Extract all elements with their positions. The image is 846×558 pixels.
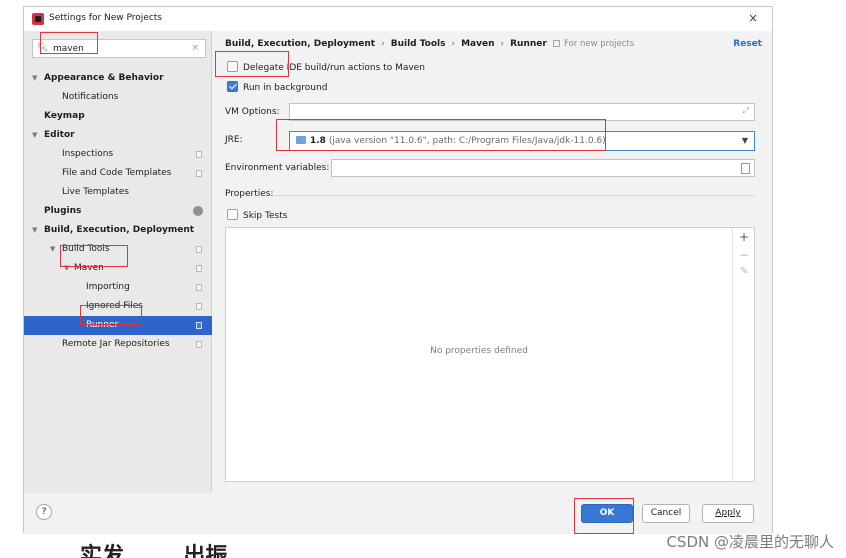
jre-label: JRE: [225,135,243,145]
cropped-heading-text: 实发 …… 出振 [80,544,228,558]
tree-item-plugins[interactable]: Plugins [24,202,212,221]
project-scope-icon [196,341,202,348]
properties-divider [275,195,755,196]
breadcrumb-part: Build, Execution, Deployment [225,39,376,49]
tree-item-label: Notifications [62,92,119,102]
highlight-delegate [215,51,289,77]
run-in-background-row[interactable]: Run in background [227,81,327,95]
title-bar: Settings for New Projects × [24,7,772,31]
tree-item-live-templates[interactable]: Live Templates [24,183,212,202]
tree-item-editor[interactable]: ▼ Editor [24,126,212,145]
tree-item-keymap[interactable]: Keymap [24,107,212,126]
expand-arrow-icon[interactable]: ▼ [50,240,55,259]
close-icon[interactable]: × [748,11,758,25]
expand-arrow-icon[interactable]: ▼ [32,69,37,88]
skip-tests-checkbox[interactable] [227,209,238,220]
chevron-down-icon[interactable]: ▼ [742,132,748,150]
csdn-watermark: CSDN @凌晨里的无聊人 [666,533,834,551]
plugins-update-badge-icon [193,206,203,216]
tree-item-label: Keymap [44,111,85,121]
cancel-button[interactable]: Cancel [642,504,690,523]
tree-item-label: Plugins [44,206,82,216]
skip-tests-label: Skip Tests [243,211,288,221]
project-scope-icon [196,303,202,310]
tree-item-importing[interactable]: Importing [24,278,212,297]
breadcrumb-separator: › [500,39,505,49]
project-scope-icon [196,151,202,158]
tree-item-notifications[interactable]: Notifications [24,88,212,107]
tree-item-label: Remote Jar Repositories [62,339,170,349]
tree-item-label: Editor [44,130,75,140]
breadcrumb-part: Runner [510,39,547,49]
tree-item-label: Live Templates [62,187,129,197]
no-properties-text: No properties defined [430,346,528,356]
browse-document-icon[interactable] [741,163,750,174]
breadcrumb-part: Maven [461,39,495,49]
tree-item-inspections[interactable]: Inspections [24,145,212,164]
project-scope-icon [196,170,202,177]
project-icon [553,40,560,47]
highlight-maven [60,245,128,267]
properties-table[interactable]: No properties defined + − ✎ [225,227,755,482]
edit-property-icon[interactable]: ✎ [733,266,755,277]
tree-item-build-execution-deployment[interactable]: ▼ Build, Execution, Deployment [24,221,212,240]
add-property-icon[interactable]: + [733,230,755,244]
tree-item-label: Importing [86,282,130,292]
highlight-search [40,32,98,54]
for-new-projects-hint: For new projects [553,39,634,49]
breadcrumb: Build, Execution, Deployment › Build Tools… [225,39,547,49]
tree-item-remote-jar-repositories[interactable]: Remote Jar Repositories [24,335,212,354]
project-scope-icon [196,284,202,291]
tree-item-label: File and Code Templates [62,168,172,178]
project-scope-icon [196,265,202,272]
apply-button[interactable]: Apply [702,504,754,523]
expand-icon[interactable]: ⤢ [743,106,749,116]
properties-toolbar: + − ✎ [732,228,754,481]
help-button[interactable]: ? [36,504,52,520]
tree-item-label: Appearance & Behavior [44,73,164,83]
vm-options-label: VM Options: [225,107,280,117]
tree-item-label: Inspections [62,149,114,159]
highlight-runner [80,305,142,325]
window-title: Settings for New Projects [49,13,162,23]
dialog-button-bar: ? OK Cancel Apply [24,494,772,534]
tree-item-appearance-behavior[interactable]: ▼ Appearance & Behavior [24,69,212,88]
breadcrumb-separator: › [451,39,456,49]
highlight-ok [574,498,634,534]
intellij-logo-icon [32,13,44,25]
environment-variables-field[interactable] [331,159,755,177]
run-in-background-checkbox[interactable] [227,81,238,92]
expand-arrow-icon[interactable]: ▼ [32,126,37,145]
breadcrumb-separator: › [381,39,385,49]
for-new-projects-text: For new projects [564,39,635,49]
settings-content-panel: Build, Execution, Deployment › Build Tools… [213,31,772,493]
tree-item-label: Build, Execution, Deployment [44,225,195,235]
project-scope-icon [196,322,202,329]
clear-search-icon[interactable]: × [191,43,199,53]
skip-tests-row[interactable]: Skip Tests [227,209,287,223]
run-in-background-label: Run in background [243,83,328,93]
reset-link[interactable]: Reset [733,39,762,49]
highlight-jre [276,119,606,151]
remove-property-icon[interactable]: − [733,248,755,262]
settings-dialog: Settings for New Projects × 🔍︎ × ▼ Appea… [23,6,773,534]
environment-variables-label: Environment variables: [225,163,330,173]
breadcrumb-part: Build Tools [390,39,446,49]
expand-arrow-icon[interactable]: ▼ [32,221,37,240]
tree-item-file-code-templates[interactable]: File and Code Templates [24,164,212,183]
project-scope-icon [196,246,202,253]
properties-label: Properties: [225,189,274,199]
